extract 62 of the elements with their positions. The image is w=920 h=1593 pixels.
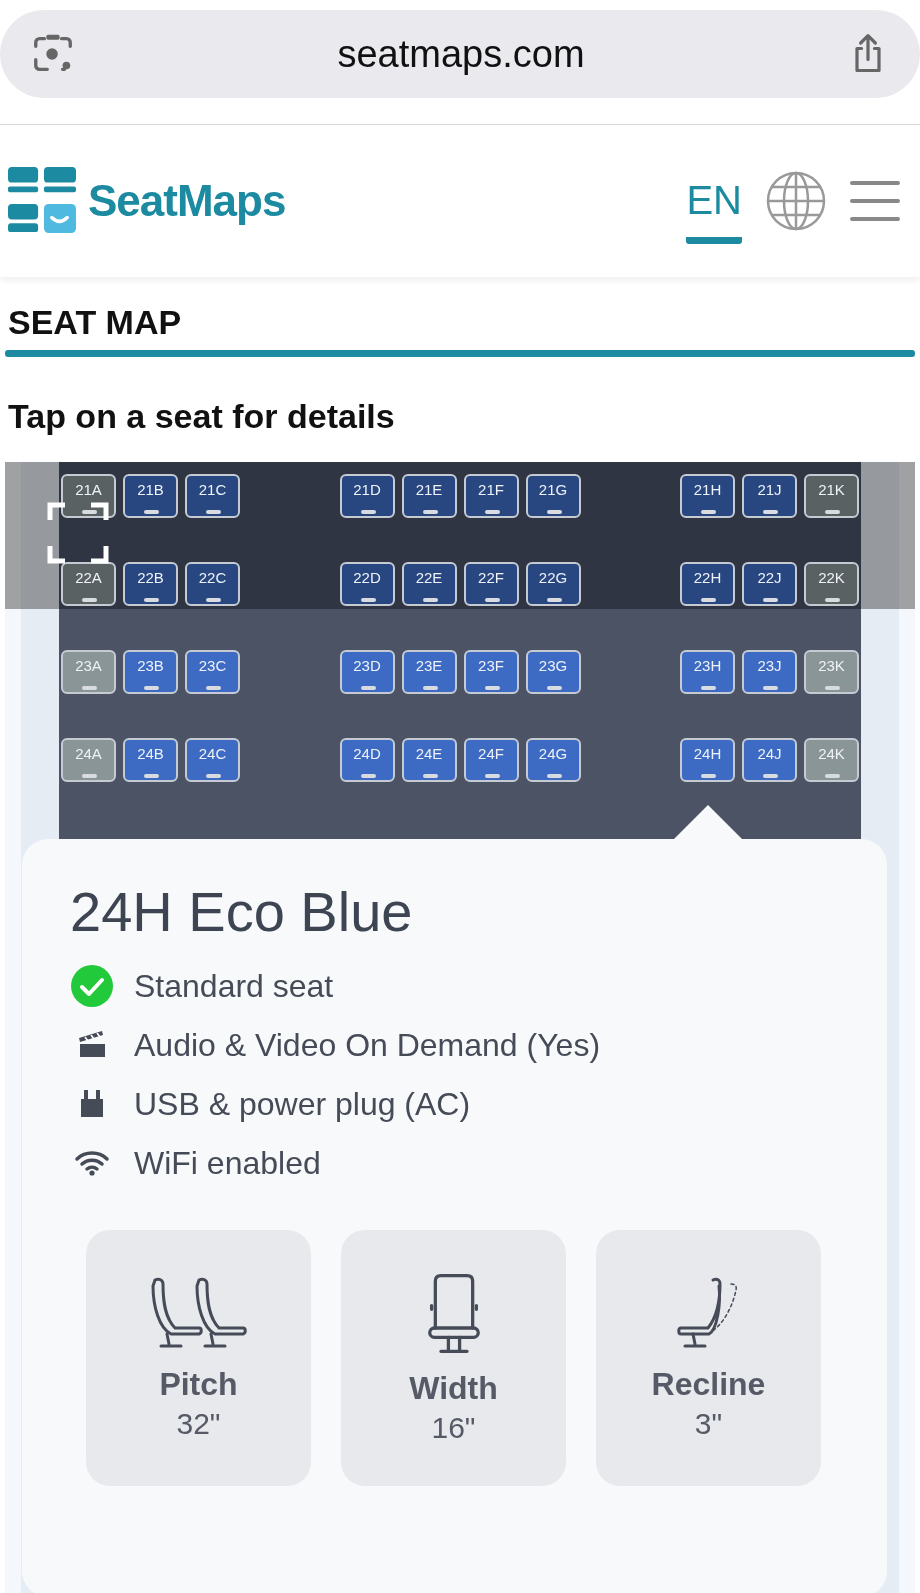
seat[interactable]: 22G [525,562,581,606]
seat[interactable]: 22B [123,562,178,606]
globe-icon[interactable] [766,171,826,231]
seat[interactable]: 23B [123,650,178,694]
seat[interactable]: 23E [401,650,457,694]
spec-label: Width [409,1369,498,1407]
seat[interactable]: 24E [401,738,457,782]
seat[interactable]: 24D [339,738,395,782]
seat[interactable]: 22A [61,562,116,606]
instruction-text: Tap on a seat for details [7,396,396,437]
seat[interactable]: 24B [123,738,178,782]
seat[interactable]: 24G [525,738,581,782]
seat[interactable]: 21C [185,474,240,518]
seat[interactable]: 21F [463,474,519,518]
seat[interactable]: 21K [804,474,859,518]
seat[interactable]: 24H [680,738,735,782]
spec-value: 3" [694,1406,723,1441]
seat[interactable]: 22C [185,562,240,606]
spec-value: 16" [431,1410,476,1445]
seat[interactable]: 23D [339,650,395,694]
seat[interactable]: 21A [61,474,116,518]
menu-icon[interactable] [850,179,900,223]
brand-name[interactable]: SeatMaps [88,176,286,226]
spec-value: 32" [176,1406,221,1441]
address-bar[interactable]: seatmaps.com [0,10,920,98]
seat[interactable]: 23G [525,650,581,694]
feature-text: Audio & Video On Demand (Yes) [134,1026,601,1064]
url-text: seatmaps.com [337,32,585,76]
seat[interactable]: 23C [185,650,240,694]
seat[interactable]: 22F [463,562,519,606]
language-tab[interactable]: EN [686,178,742,244]
feature-text: Standard seat [134,967,334,1005]
seat[interactable]: 24J [742,738,797,782]
seat[interactable]: 21D [339,474,395,518]
crop-corners-icon[interactable] [47,502,109,564]
seat[interactable]: 21G [525,474,581,518]
seat[interactable]: 23H [680,650,735,694]
seat[interactable]: 22K [804,562,859,606]
section-title: SEAT MAP [8,303,182,342]
seat[interactable]: 23A [61,650,116,694]
seat[interactable]: 22D [339,562,395,606]
seat[interactable]: 21B [123,474,178,518]
spec-label: Pitch [159,1365,238,1403]
seat[interactable]: 24A [61,738,116,782]
seat[interactable]: 24F [463,738,519,782]
check-icon [70,964,114,1008]
seat[interactable]: 21H [680,474,735,518]
seat[interactable]: 21E [401,474,457,518]
seat[interactable]: 23F [463,650,519,694]
seat[interactable]: 22E [401,562,457,606]
seat[interactable]: 23K [804,650,859,694]
feature-text: USB & power plug (AC) [134,1085,471,1123]
seat-title: 24H Eco Blue [70,879,414,944]
seat[interactable]: 21J [742,474,797,518]
seat[interactable]: 24K [804,738,859,782]
seat[interactable]: 24C [185,738,240,782]
spec-label: Recline [651,1365,766,1403]
seat[interactable]: 22J [742,562,797,606]
feature-text: WiFi enabled [134,1144,321,1182]
logo-icon [8,167,76,235]
seat[interactable]: 22H [680,562,735,606]
seat[interactable]: 23J [742,650,797,694]
